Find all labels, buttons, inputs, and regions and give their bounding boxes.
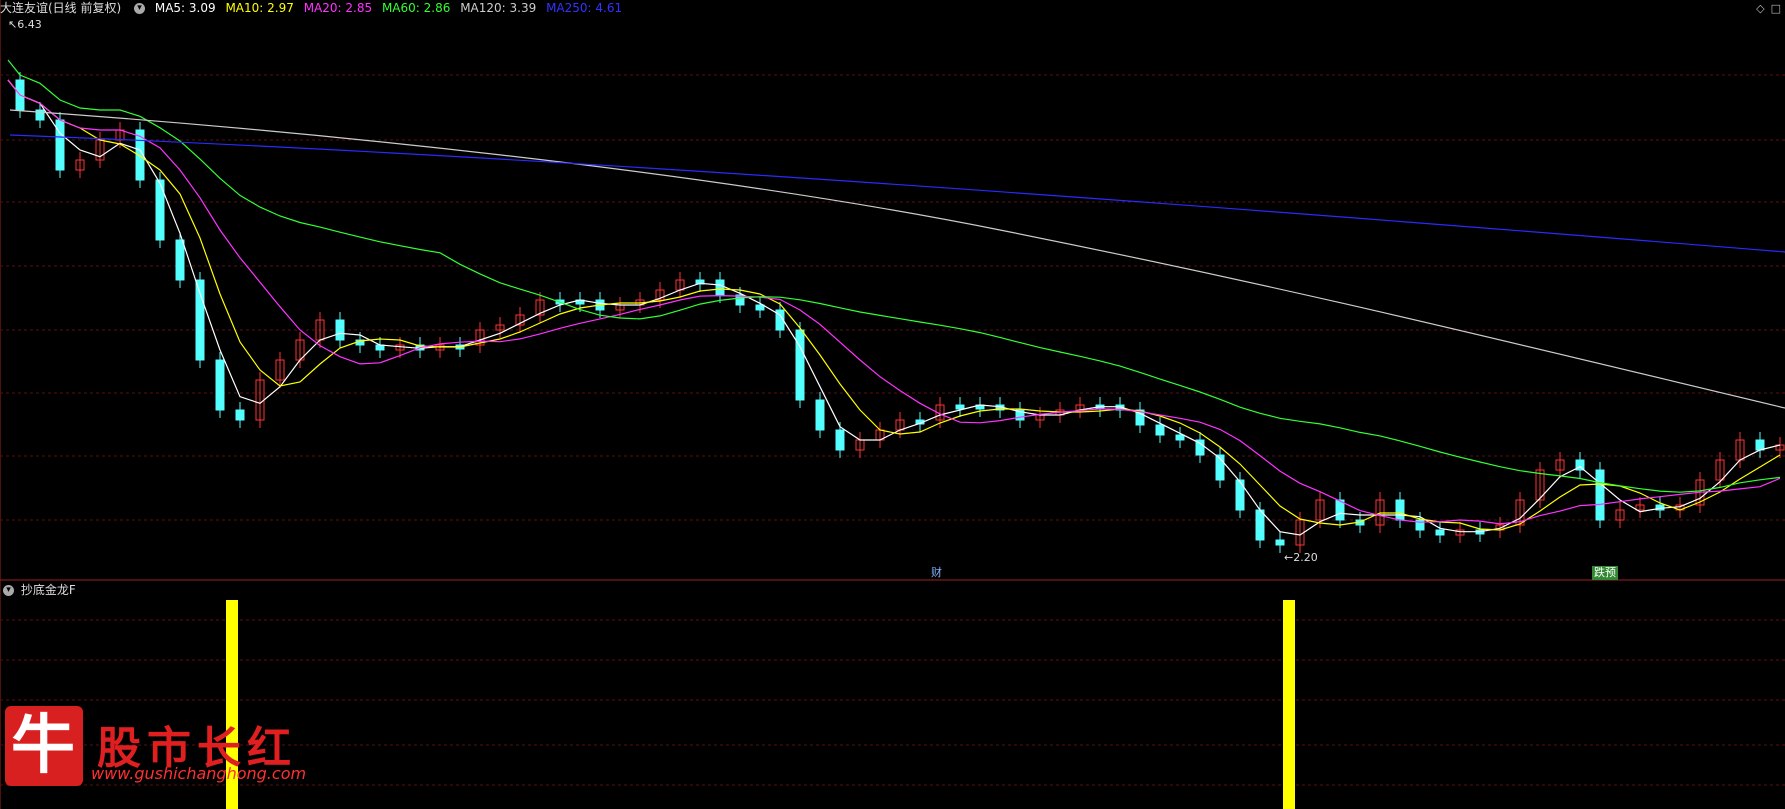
indicator-header: ▾ 抄底金龙F	[0, 582, 76, 598]
indicator-dropdown-icon[interactable]: ▾	[3, 585, 14, 596]
candle-body	[835, 429, 845, 451]
candle-body	[335, 319, 345, 341]
candle-body	[1395, 499, 1405, 521]
candle-body	[215, 359, 225, 411]
candle-body	[815, 399, 825, 431]
ma10-line	[7, 79, 1781, 531]
watermark-logo: 牛 股市长红 www.gushichanghong.com	[5, 706, 307, 792]
ma250-line	[9, 134, 1785, 253]
candle-body	[1255, 509, 1265, 541]
logo-box: 牛	[5, 706, 83, 786]
candle-body	[1595, 469, 1605, 521]
indicator-name: 抄底金龙F	[20, 583, 76, 597]
logo-url: www.gushichanghong.com	[91, 764, 307, 783]
ma5-line	[7, 79, 1781, 536]
candle-body	[1435, 529, 1445, 536]
high-price-label: ↖6.43	[8, 18, 42, 31]
kline-chart[interactable]	[0, 0, 1785, 809]
candle-body	[55, 119, 65, 171]
finance-badge[interactable]: 财	[929, 566, 944, 580]
forecast-badge[interactable]: 跌预	[1592, 566, 1618, 580]
candle-body	[795, 329, 805, 401]
candle-body	[715, 279, 725, 296]
candle-body	[1755, 439, 1765, 451]
ma60-line	[7, 59, 1781, 493]
candle-body	[1175, 434, 1185, 441]
candle-body	[1235, 479, 1245, 511]
candle-body	[1155, 424, 1165, 436]
low-price-label: ←2.20	[1284, 551, 1318, 564]
candle-body	[175, 239, 185, 281]
candle-body	[755, 304, 765, 311]
candle-body	[235, 409, 245, 421]
signal-bar	[1283, 600, 1295, 809]
candle-body	[955, 404, 965, 410]
candle-body	[1275, 539, 1285, 546]
